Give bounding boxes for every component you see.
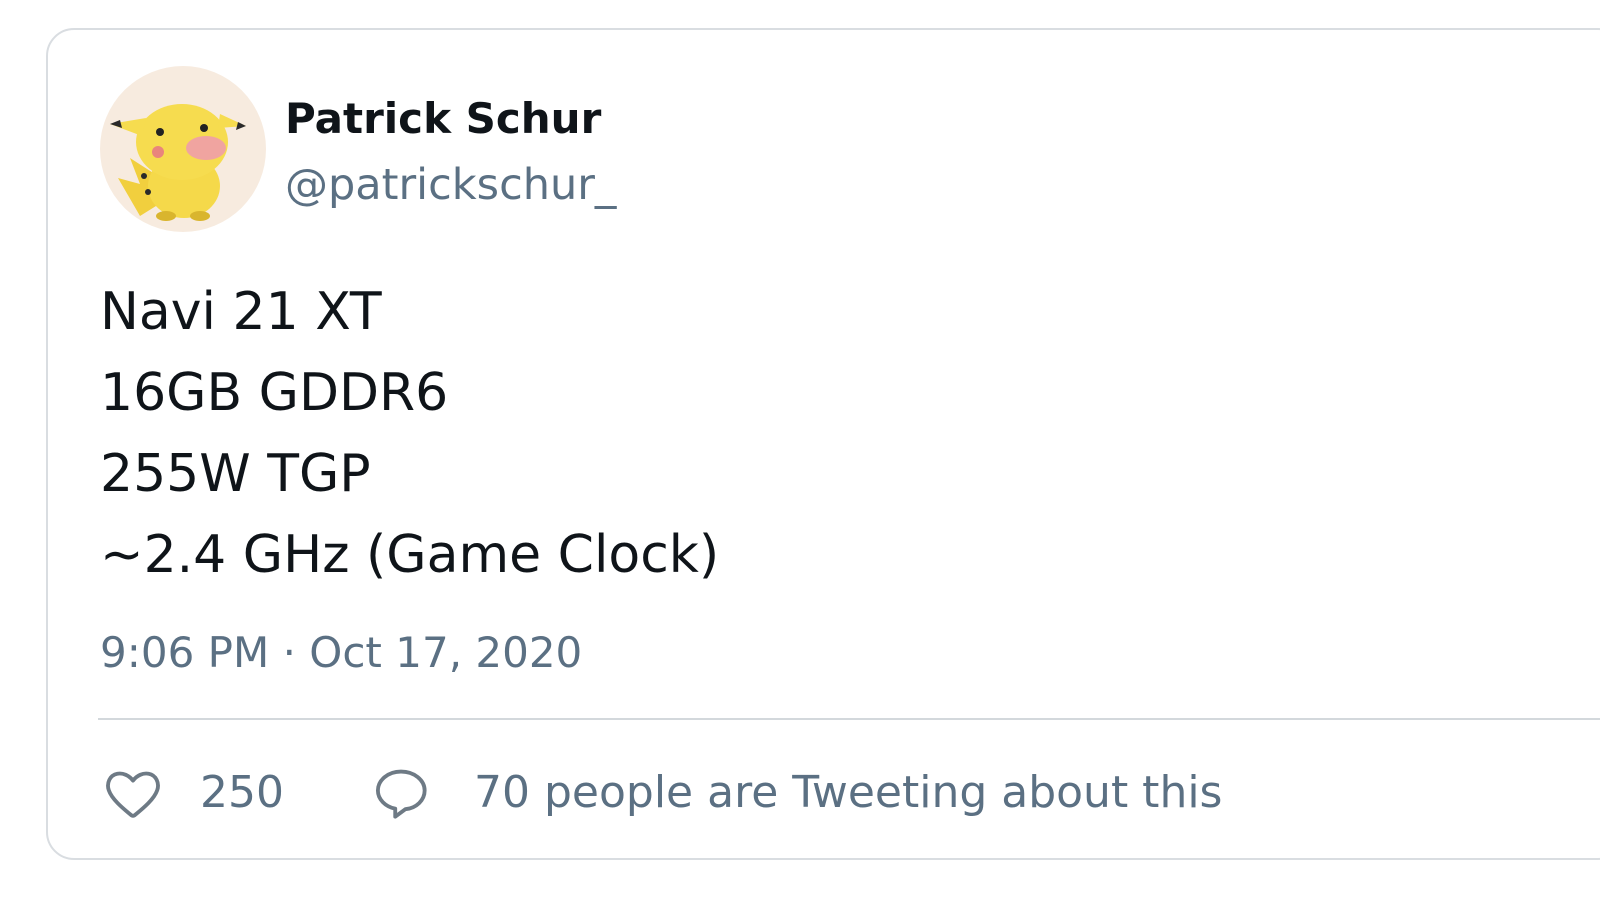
heart-icon — [100, 760, 166, 826]
author-handle[interactable]: @patrickschur_ — [285, 158, 616, 212]
author-display-name[interactable]: Patrick Schur — [285, 92, 601, 146]
tweet-text: Navi 21 XT 16GB GDDR6 255W TGP ~2.4 GHz … — [100, 272, 719, 596]
like-button[interactable]: 250 — [100, 756, 284, 830]
conversation-link[interactable]: 70 people are Tweeting about this — [368, 756, 1222, 830]
tweet-line: Navi 21 XT — [100, 282, 382, 342]
divider — [98, 718, 1600, 720]
speech-bubble-icon — [368, 760, 434, 826]
conversation-text: 70 people are Tweeting about this — [474, 767, 1223, 818]
pikachu-avatar-icon — [110, 104, 246, 221]
tweet-line: ~2.4 GHz (Game Clock) — [100, 525, 720, 585]
tweet-line: 16GB GDDR6 — [100, 363, 449, 423]
like-count: 250 — [200, 767, 284, 818]
tweet-line: 255W TGP — [100, 444, 371, 504]
avatar[interactable] — [100, 66, 266, 232]
tweet-timestamp[interactable]: 9:06 PM · Oct 17, 2020 — [100, 625, 582, 681]
